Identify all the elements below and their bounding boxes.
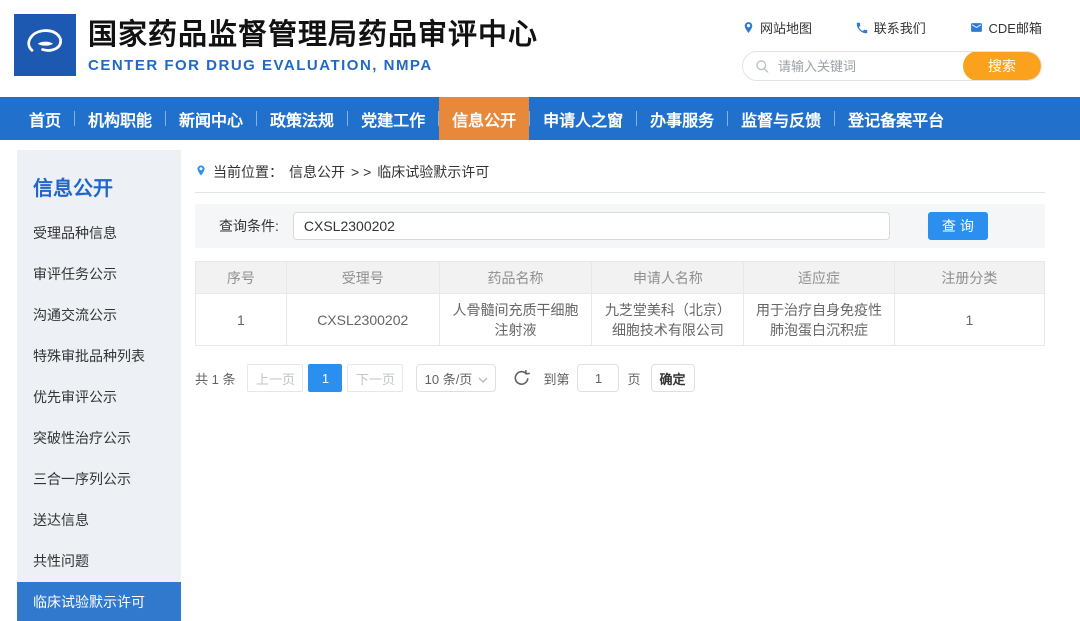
table-header-row: 序号 受理号 药品名称 申请人名称 适应症 注册分类 [196,262,1045,294]
main-nav: 首页 机构职能 新闻中心 政策法规 党建工作 信息公开 申请人之窗 办事服务 监… [0,97,1080,140]
query-condition-input[interactable] [293,212,890,240]
sidebar-item-review-tasks[interactable]: 审评任务公示 [17,254,181,295]
column-header-seq: 序号 [196,262,287,294]
sidebar-item-communication[interactable]: 沟通交流公示 [17,295,181,336]
quick-links: 网站地图 联系我们 CDE邮箱 [742,18,1042,37]
query-condition-label: 查询条件: [219,216,279,236]
site-title: 国家药品监督管理局药品审评中心 [88,18,538,52]
nav-item-policies[interactable]: 政策法规 [257,97,347,140]
query-bar: 查询条件: 查询 [195,204,1045,248]
column-header-registration-class: 注册分类 [894,262,1044,294]
cde-logo [14,14,76,76]
mail-icon [969,21,984,34]
location-pin-icon [742,20,755,35]
cde-mail-link[interactable]: CDE邮箱 [969,18,1042,37]
contact-us-link[interactable]: 联系我们 [855,18,926,37]
page-size-value: 10 条/页 [425,369,473,388]
nav-item-home[interactable]: 首页 [16,97,74,140]
sidebar-item-three-in-one-sequence[interactable]: 三合一序列公示 [17,459,181,500]
table-row: 1 CXSL2300202 人骨髓间充质干细胞注射液 九芝堂美科（北京）细胞技术… [196,294,1045,346]
phone-icon [855,21,869,35]
brand: 国家药品监督管理局药品审评中心 CENTER FOR DRUG EVALUATI… [14,14,538,76]
page-size-select[interactable]: 10 条/页 [416,364,496,392]
sidebar: 信息公开 受理品种信息 审评任务公示 沟通交流公示 特殊审批品种列表 优先审评公… [17,150,181,621]
location-pin-icon [195,163,207,181]
sidebar-item-accepted-varieties[interactable]: 受理品种信息 [17,213,181,254]
breadcrumb: 当前位置： 信息公开 > > 临床试验默示许可 [195,150,1045,193]
sitemap-link[interactable]: 网站地图 [742,18,812,37]
site-subtitle: CENTER FOR DRUG EVALUATION, NMPA [88,57,538,74]
cell-indication: 用于治疗自身免疫性肺泡蛋白沉积症 [744,294,894,346]
sidebar-item-clinical-trial-implied-license[interactable]: 临床试验默示许可 [17,582,181,621]
sidebar-item-special-approval-list[interactable]: 特殊审批品种列表 [17,336,181,377]
next-page-button[interactable]: 下一页 [347,364,403,392]
confirm-button[interactable]: 确定 [651,364,695,392]
nav-item-supervision-feedback[interactable]: 监督与反馈 [728,97,834,140]
site-search-input[interactable] [770,59,963,74]
site-header: 国家药品监督管理局药品审评中心 CENTER FOR DRUG EVALUATI… [0,0,1080,97]
sidebar-item-common-issues[interactable]: 共性问题 [17,541,181,582]
goto-page-prefix: 到第 [543,369,569,388]
swan-emblem-icon [19,17,71,74]
total-count-label: 共 1 条 [195,369,235,388]
prev-page-button[interactable]: 上一页 [247,364,303,392]
search-icon [755,59,770,74]
results-table: 序号 受理号 药品名称 申请人名称 适应症 注册分类 1 CXSL2300202… [195,261,1045,346]
content: 信息公开 受理品种信息 审评任务公示 沟通交流公示 特殊审批品种列表 优先审评公… [0,140,1080,621]
sidebar-item-priority-review[interactable]: 优先审评公示 [17,377,181,418]
column-header-acceptance-no: 受理号 [286,262,439,294]
nav-item-services[interactable]: 办事服务 [637,97,727,140]
cde-mail-label: CDE邮箱 [989,18,1042,37]
refresh-icon[interactable] [513,370,530,387]
breadcrumb-separator: > > [351,164,371,180]
goto-page-suffix: 页 [627,369,640,388]
main-panel: 当前位置： 信息公开 > > 临床试验默示许可 查询条件: 查询 序号 受理号 … [195,150,1045,392]
pagination: 共 1 条 上一页 1 下一页 10 条/页 到第 页 确定 [195,364,1045,392]
breadcrumb-section[interactable]: 信息公开 [289,162,345,182]
breadcrumb-current[interactable]: 临床试验默示许可 [377,162,489,182]
cell-drug-name: 人骨髓间充质干细胞注射液 [439,294,592,346]
nav-item-applicant-window[interactable]: 申请人之窗 [530,97,636,140]
column-header-drug-name: 药品名称 [439,262,592,294]
goto-page-input[interactable] [577,364,619,392]
cell-seq: 1 [196,294,287,346]
page: 国家药品监督管理局药品审评中心 CENTER FOR DRUG EVALUATI… [0,0,1080,621]
breadcrumb-prefix: 当前位置： [213,162,283,182]
column-header-applicant: 申请人名称 [592,262,744,294]
sidebar-item-delivery-info[interactable]: 送达信息 [17,500,181,541]
nav-item-info-disclosure[interactable]: 信息公开 [439,97,529,140]
nav-item-functions[interactable]: 机构职能 [75,97,165,140]
nav-item-party-building[interactable]: 党建工作 [348,97,438,140]
sidebar-item-breakthrough-therapy[interactable]: 突破性治疗公示 [17,418,181,459]
chevron-down-icon [478,371,488,386]
contact-us-label: 联系我们 [874,18,926,37]
site-search-bar: 搜索 [742,51,1042,81]
cell-acceptance-no: CXSL2300202 [286,294,439,346]
cell-applicant: 九芝堂美科（北京）细胞技术有限公司 [592,294,744,346]
header-right: 网站地图 联系我们 CDE邮箱 [742,18,1042,81]
sitemap-label: 网站地图 [760,18,812,37]
query-button[interactable]: 查询 [928,212,988,240]
brand-text: 国家药品监督管理局药品审评中心 CENTER FOR DRUG EVALUATI… [88,14,538,74]
sidebar-title: 信息公开 [17,150,181,213]
nav-item-registration-platform[interactable]: 登记备案平台 [835,97,957,140]
column-header-indication: 适应症 [744,262,894,294]
site-search-button[interactable]: 搜索 [963,51,1041,81]
page-number-button[interactable]: 1 [308,364,342,392]
nav-item-news[interactable]: 新闻中心 [166,97,256,140]
cell-registration-class: 1 [894,294,1044,346]
